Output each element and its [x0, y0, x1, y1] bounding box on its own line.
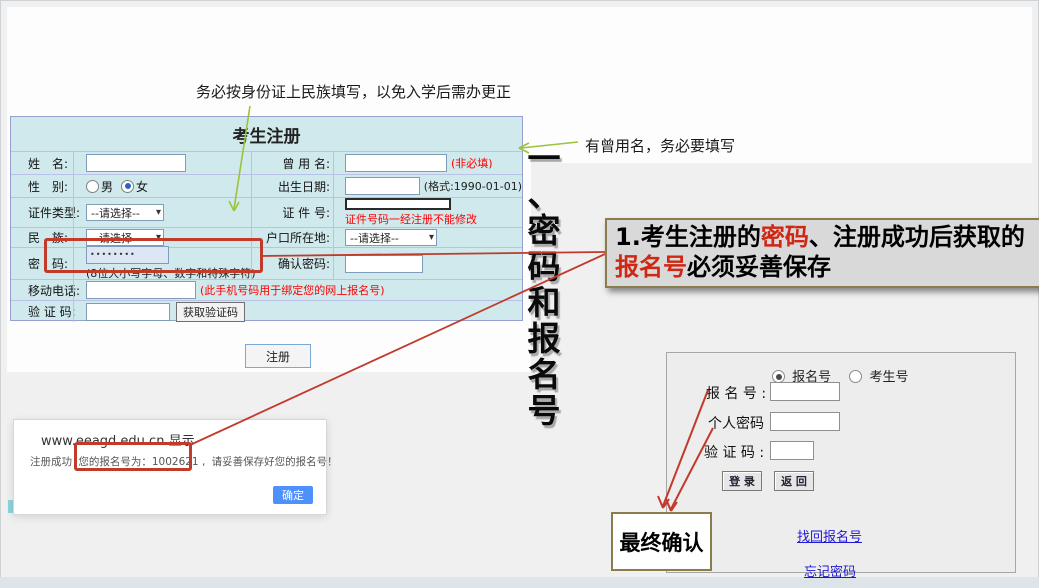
dropdown-arrow-icon: ▾ — [156, 208, 161, 218]
row-gender: 性 别: 男 女 出生日期: (格式:1990-01-01) — [11, 174, 522, 197]
regno-highlight-rect — [74, 442, 192, 471]
id-no-input[interactable] — [345, 198, 451, 210]
mobile-input[interactable] — [86, 281, 196, 299]
register-button[interactable]: 注册 — [245, 344, 311, 368]
login-regno-label: 报 名 号 : — [706, 383, 766, 403]
former-name-label: 曾 用 名: — [282, 155, 330, 172]
id-no-note: 证件号码一经注册不能修改 — [345, 211, 477, 227]
examno-radio-label: 考生号 — [869, 370, 908, 385]
confirm-password-label: 确认密码: — [278, 255, 330, 272]
login-captcha-input[interactable] — [770, 441, 814, 460]
login-password-label: 个人密码 : — [708, 413, 773, 433]
birth-input[interactable] — [345, 177, 420, 195]
bottom-strip — [0, 577, 1039, 588]
tip-password-red: 密码 — [761, 223, 809, 251]
tip-box: 1.考生注册的密码、注册成功后获取的报名号必须妥善保存 — [605, 218, 1039, 288]
former-name-annotation: 有曾用名，务必要填写 — [585, 135, 735, 156]
former-name-note: (非必填) — [451, 155, 493, 171]
row-mobile: 移动电话: (此手机号码用于绑定您的网上报名号) — [11, 279, 522, 300]
captcha-label: 验 证 码: — [28, 303, 76, 320]
login-regno-input[interactable] — [770, 382, 840, 401]
confirm-password-input[interactable] — [345, 255, 423, 273]
login-captcha-label: 验 证 码 : — [704, 442, 764, 462]
id-no-label: 证 件 号: — [282, 204, 330, 221]
row-name: 姓 名: 曾 用 名: (非必填) — [11, 151, 522, 174]
login-button[interactable]: 登 录 — [722, 471, 762, 491]
dropdown-arrow-icon: ▾ — [429, 233, 434, 243]
former-name-input[interactable] — [345, 154, 447, 172]
row-captcha: 验 证 码: 获取验证码 — [11, 300, 522, 322]
alert-ok-button[interactable]: 确定 — [273, 486, 313, 504]
gender-female-radio[interactable] — [121, 180, 134, 193]
name-input[interactable] — [86, 154, 186, 172]
registration-form-title: 考生注册 — [11, 117, 522, 151]
forgot-password-link[interactable]: 忘记密码 — [804, 561, 856, 580]
get-captcha-button[interactable]: 获取验证码 — [176, 302, 245, 322]
birth-label: 出生日期: — [278, 178, 330, 195]
password-highlight-rect — [44, 238, 263, 273]
gender-male-radio[interactable] — [86, 180, 99, 193]
tip-regno-red: 报名号 — [615, 253, 687, 281]
registry-select[interactable]: --请选择-- ▾ — [345, 229, 437, 246]
id-type-select[interactable]: --请选择-- ▾ — [86, 204, 164, 221]
birth-format-note: (格式:1990-01-01) — [424, 178, 522, 194]
gender-label: 性 别: — [28, 178, 68, 195]
name-label: 姓 名: — [28, 155, 68, 172]
captcha-input[interactable] — [86, 303, 170, 321]
vertical-section-title: 一 、 密 码 和 报 名 号 — [523, 141, 565, 429]
row-id: 证件类型: --请选择-- ▾ 证 件 号: 证件号码一经注册不能修改 — [11, 197, 522, 227]
examno-radio[interactable] — [849, 370, 862, 383]
minzu-annotation: 务必按身份证上民族填写，以免入学后需办更正 — [196, 81, 511, 102]
find-regno-link[interactable]: 找回报名号 — [797, 526, 862, 545]
final-confirm-box: 最终确认 — [611, 512, 712, 571]
gender-male-label: 男 — [101, 178, 113, 195]
registration-form: 考生注册 姓 名: 曾 用 名: (非必填) 性 别: 男 女 出生日期: (格… — [10, 116, 523, 321]
registry-label: 户口所在地: — [266, 229, 330, 246]
login-password-input[interactable] — [770, 412, 840, 431]
mobile-note: (此手机号码用于绑定您的网上报名号) — [200, 282, 385, 298]
gender-female-label: 女 — [136, 178, 148, 195]
screenshot-root: 务必按身份证上民族填写，以免入学后需办更正 考生注册 姓 名: 曾 用 名: (… — [0, 0, 1039, 588]
back-button[interactable]: 返 回 — [774, 471, 814, 491]
